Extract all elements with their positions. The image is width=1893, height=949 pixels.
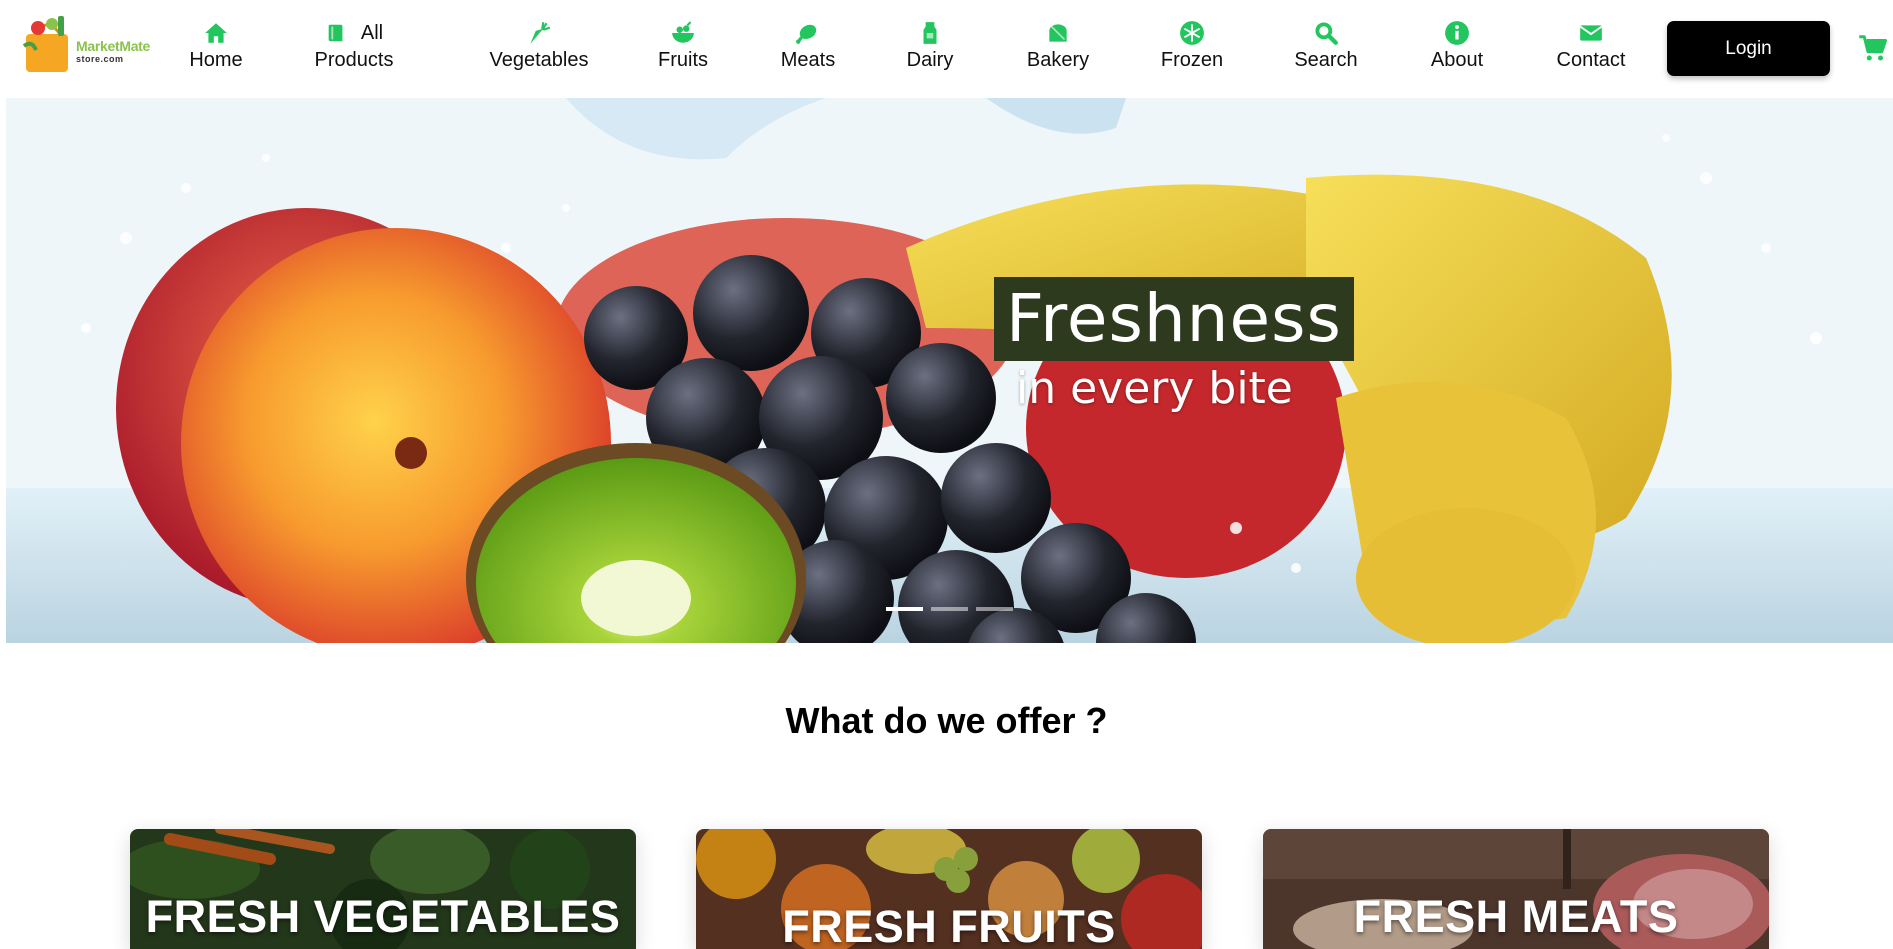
carousel-indicators bbox=[886, 607, 1013, 611]
nav-about-label: About bbox=[1430, 49, 1484, 71]
nav-fruits-label: Fruits bbox=[658, 49, 708, 71]
card-vegetables-title: FRESH VEGETABLES bbox=[145, 891, 621, 942]
nav-all-label: All bbox=[360, 22, 384, 44]
nav-contact[interactable]: Contact bbox=[1554, 20, 1628, 78]
carrot-icon bbox=[530, 21, 551, 44]
nav-home[interactable]: Home bbox=[188, 20, 244, 78]
top-navbar: MarketMate store.com Home All Products V… bbox=[0, 0, 1893, 98]
info-icon bbox=[1445, 21, 1469, 45]
logo-brand: MarketMate bbox=[76, 38, 151, 54]
nav-search[interactable]: Search bbox=[1294, 20, 1358, 78]
nav-all-products[interactable]: All Products bbox=[314, 20, 394, 78]
carousel-dot-3[interactable] bbox=[976, 607, 1013, 611]
nav-bakery[interactable]: Bakery bbox=[1026, 20, 1090, 78]
nav-bakery-label: Bakery bbox=[1026, 49, 1090, 71]
nav-meats-label: Meats bbox=[780, 49, 836, 71]
nav-dairy-label: Dairy bbox=[906, 49, 954, 71]
nav-frozen-label: Frozen bbox=[1160, 49, 1224, 71]
cart-icon[interactable] bbox=[1858, 33, 1888, 63]
card-fresh-vegetables[interactable]: FRESH VEGETABLES bbox=[130, 829, 636, 949]
nav-search-label: Search bbox=[1294, 49, 1358, 71]
fruit-bowl-icon bbox=[672, 21, 694, 43]
nav-dairy[interactable]: Dairy bbox=[906, 20, 954, 78]
snowflake-icon bbox=[1180, 21, 1204, 45]
site-logo[interactable]: MarketMate store.com bbox=[20, 8, 160, 76]
nav-products-label: Products bbox=[314, 49, 394, 71]
meat-icon bbox=[796, 24, 817, 44]
hero-fruit-image bbox=[6, 98, 1893, 643]
login-button[interactable]: Login bbox=[1667, 21, 1830, 76]
card-meats-title: FRESH MEATS bbox=[1353, 891, 1679, 942]
logo-domain: store.com bbox=[76, 54, 124, 64]
carousel-dot-2[interactable] bbox=[931, 607, 968, 611]
bread-icon bbox=[1049, 24, 1067, 42]
book-icon bbox=[328, 24, 343, 42]
card-fresh-meats[interactable]: FRESH MEATS bbox=[1263, 829, 1769, 949]
card-fruits-title: FRESH FRUITS bbox=[782, 901, 1116, 949]
nav-meats[interactable]: Meats bbox=[780, 20, 836, 78]
card-fresh-fruits[interactable]: FRESH FRUITS bbox=[696, 829, 1202, 949]
carousel-dot-1[interactable] bbox=[886, 607, 923, 611]
grocery-bag-icon bbox=[22, 16, 68, 72]
nav-vegetables-label: Vegetables bbox=[489, 49, 589, 71]
hero-title: Freshness bbox=[994, 277, 1354, 361]
milk-icon bbox=[923, 22, 937, 44]
search-icon bbox=[1315, 22, 1338, 45]
mail-icon bbox=[1579, 25, 1603, 41]
hero-carousel[interactable]: Freshness in every bite bbox=[6, 98, 1893, 643]
nav-home-label: Home bbox=[189, 49, 243, 71]
nav-vegetables[interactable]: Vegetables bbox=[489, 20, 589, 78]
offer-section-title: What do we offer ? bbox=[785, 700, 1108, 741]
home-icon bbox=[205, 23, 227, 43]
nav-about[interactable]: About bbox=[1430, 20, 1484, 78]
nav-frozen[interactable]: Frozen bbox=[1160, 20, 1224, 78]
nav-contact-label: Contact bbox=[1556, 49, 1626, 71]
hero-subtitle: in every bite bbox=[1016, 363, 1293, 414]
nav-fruits[interactable]: Fruits bbox=[657, 20, 709, 78]
